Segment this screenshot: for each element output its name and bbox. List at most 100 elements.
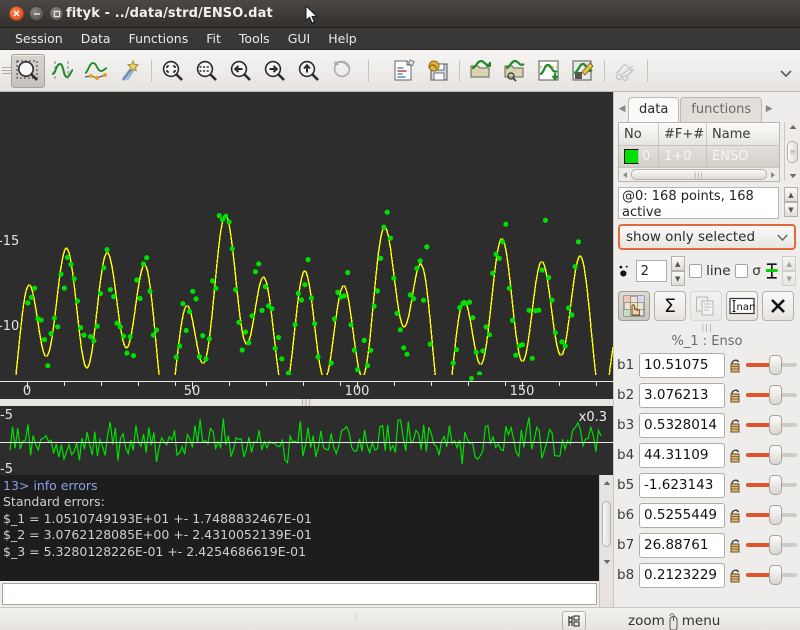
parameter-slider[interactable]	[746, 444, 797, 466]
minimize-icon[interactable]	[29, 6, 44, 21]
zoom-horizontal-icon[interactable]	[190, 54, 224, 88]
edit-plot-icon[interactable]	[566, 54, 600, 88]
scroll-right-icon[interactable]	[769, 171, 777, 179]
dataset-display-select[interactable]: show only selected	[618, 224, 796, 250]
spin-down-icon[interactable]: ▼	[782, 271, 796, 286]
chevron-down-icon[interactable]	[777, 233, 788, 241]
open-data-icon[interactable]	[464, 54, 498, 88]
parameter-value[interactable]: 0.5328014	[639, 412, 725, 438]
menu-item-tools[interactable]: Tools	[230, 29, 279, 48]
zoom-prev-icon[interactable]	[224, 54, 258, 88]
parameter-slider[interactable]	[746, 354, 797, 376]
console-scroll-thumb[interactable]	[602, 500, 611, 547]
lock-open-icon[interactable]	[728, 417, 743, 434]
lock-open-icon[interactable]	[728, 387, 743, 404]
parameter-value[interactable]: 0.2123229	[639, 562, 725, 588]
panel-splitter[interactable]: |||	[614, 323, 800, 332]
parameter-slider[interactable]	[746, 414, 797, 436]
chevron-left-icon[interactable]: ◀	[616, 104, 628, 122]
parameter-slider[interactable]	[746, 534, 797, 556]
line-checkbox[interactable]	[688, 264, 703, 278]
console-scrollbar[interactable]	[599, 474, 613, 581]
parameter-slider[interactable]	[746, 474, 797, 496]
output-console[interactable]: 13> info errors Standard errors: $_1 = 1…	[0, 474, 613, 581]
peak-add-icon[interactable]	[113, 54, 147, 88]
parameter-slider[interactable]	[746, 384, 797, 406]
close-icon[interactable]	[9, 6, 24, 21]
mouse-mode-icon[interactable]	[562, 611, 586, 630]
new-session-icon[interactable]	[387, 54, 421, 88]
zoom-menu-hint[interactable]: zoom menu	[628, 612, 720, 630]
dataset-color-swatch[interactable]	[624, 149, 639, 164]
maximize-icon[interactable]	[49, 6, 64, 21]
chevron-right-icon[interactable]: ▶	[763, 104, 775, 122]
parameter-value[interactable]: 44.31109	[639, 442, 725, 468]
zoom-up-icon[interactable]	[292, 54, 326, 88]
scroll-up-icon[interactable]	[601, 476, 613, 490]
chevron-down-icon[interactable]	[780, 66, 792, 80]
main-plot[interactable]: -15 -10 -5	[0, 92, 613, 375]
parameter-value[interactable]: 10.51075	[639, 352, 725, 378]
lock-open-icon[interactable]	[728, 357, 743, 374]
errorbar-spinner[interactable]: ▲ ▼	[782, 256, 796, 286]
hscroll-thumb[interactable]: |||	[631, 169, 767, 180]
dataset-table-vscrollbar[interactable]: ≡	[784, 122, 800, 181]
tab-data[interactable]: data	[628, 97, 680, 122]
lock-open-icon[interactable]	[728, 507, 743, 524]
plot-splitter[interactable]: |||	[0, 398, 613, 407]
spin-down-icon[interactable]: ▼	[784, 202, 798, 217]
export-plot-icon[interactable]	[532, 54, 566, 88]
column-header-no[interactable]: No	[619, 123, 659, 145]
baseline-icon[interactable]	[79, 54, 113, 88]
column-header-fn[interactable]: #F+#	[659, 123, 707, 145]
lock-open-icon[interactable]	[728, 537, 743, 554]
parameter-slider[interactable]	[746, 504, 797, 526]
scroll-left-icon[interactable]	[621, 171, 629, 179]
menu-item-functions[interactable]: Functions	[120, 29, 198, 48]
sum-button[interactable]: Σ	[654, 291, 686, 321]
table-row[interactable]: 0 1+0 ENSO	[619, 145, 779, 167]
parameter-value[interactable]: 0.5255449	[639, 502, 725, 528]
zoom-select-icon[interactable]	[11, 53, 45, 88]
parameter-value[interactable]: -1.623143	[639, 472, 725, 498]
delete-dataset-button[interactable]	[762, 291, 794, 321]
zoom-next-icon[interactable]	[258, 54, 292, 88]
menu-item-fit[interactable]: Fit	[197, 29, 230, 48]
scroll-up-icon[interactable]	[789, 124, 797, 130]
spin-up-icon[interactable]: ▲	[784, 187, 798, 202]
point-size-input[interactable]: 2	[635, 260, 667, 282]
spin-down-icon[interactable]: ▼	[670, 271, 685, 286]
toolbar-grip[interactable]	[2, 67, 11, 74]
command-input[interactable]	[2, 583, 597, 605]
dataset-info-spinner[interactable]: ▲ ▼	[784, 187, 798, 217]
dataset-table-hscrollbar[interactable]: |||	[619, 167, 779, 181]
menu-item-gui[interactable]: GUI	[279, 29, 320, 48]
parameter-value[interactable]: 3.076213	[639, 382, 725, 408]
scroll-down-icon[interactable]	[601, 555, 613, 569]
column-header-name[interactable]: Name	[707, 123, 779, 145]
edit-points-button[interactable]	[618, 291, 650, 321]
data-range-icon[interactable]	[45, 54, 79, 88]
zoom-all-icon[interactable]	[156, 54, 190, 88]
lock-open-icon[interactable]	[728, 567, 743, 584]
tab-functions[interactable]: functions	[680, 97, 763, 122]
open-data-plus-icon[interactable]	[498, 54, 532, 88]
parameter-value[interactable]: 26.88761	[639, 532, 725, 558]
menu-item-help[interactable]: Help	[319, 29, 366, 48]
parameter-slider[interactable]	[746, 564, 797, 586]
command-input-scrollbar[interactable]	[599, 581, 613, 607]
menu-item-data[interactable]: Data	[72, 29, 120, 48]
save-session-icon[interactable]	[421, 54, 455, 88]
lock-open-icon[interactable]	[728, 477, 743, 494]
dataset-table[interactable]: No #F+# Name 0 1+0 ENSO |||	[618, 122, 780, 182]
rename-dataset-button[interactable]: nam	[726, 291, 758, 321]
residual-plot[interactable]: -5 -5 x0.3	[0, 406, 613, 475]
spin-up-icon[interactable]: ▲	[670, 256, 685, 271]
point-size-spinner[interactable]: ▲ ▼	[670, 256, 685, 286]
sigma-checkbox[interactable]	[734, 264, 749, 278]
menu-item-session[interactable]: Session	[6, 29, 72, 48]
vscroll-thumb[interactable]: ≡	[787, 140, 798, 163]
lock-open-icon[interactable]	[728, 447, 743, 464]
spin-up-icon[interactable]: ▲	[782, 256, 796, 271]
scroll-down-icon[interactable]	[789, 173, 797, 179]
